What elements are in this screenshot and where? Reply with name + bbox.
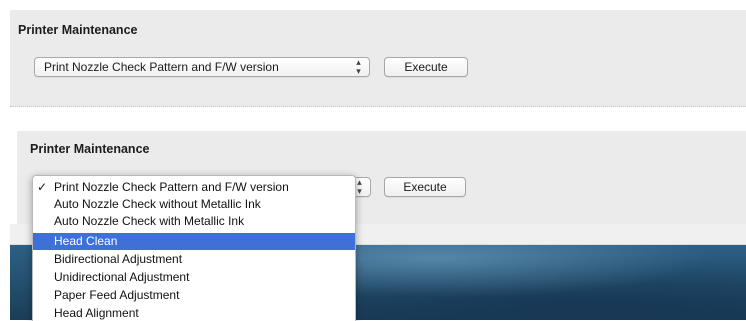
menu-item[interactable]: Paper Feed Adjustment <box>33 287 355 304</box>
menu-item[interactable]: Head Alignment <box>33 305 355 321</box>
select-value: Print Nozzle Check Pattern and F/W versi… <box>44 60 279 74</box>
maintenance-select[interactable]: Print Nozzle Check Pattern and F/W versi… <box>34 57 370 77</box>
menu-item-label: Head Clean <box>54 234 118 248</box>
menu-item-label: Auto Nozzle Check with Metallic Ink <box>54 214 245 228</box>
menu-item[interactable]: Auto Nozzle Check with Metallic Ink <box>33 213 355 230</box>
menu-item-label: Print Nozzle Check Pattern and F/W versi… <box>54 180 289 194</box>
menu-item[interactable]: Bidirectional Adjustment <box>33 251 355 268</box>
menu-item[interactable]: ✓ Print Nozzle Check Pattern and F/W ver… <box>33 179 355 196</box>
menu-item-label: Paper Feed Adjustment <box>54 288 180 302</box>
menu-item-label: Bidirectional Adjustment <box>54 252 183 266</box>
maintenance-popup-menu[interactable]: ✓ Print Nozzle Check Pattern and F/W ver… <box>32 175 356 321</box>
checkmark-icon: ✓ <box>37 180 48 194</box>
menu-item[interactable]: Unidirectional Adjustment <box>33 269 355 286</box>
menu-item-label: Unidirectional Adjustment <box>54 270 190 284</box>
updown-arrows-icon: ▴ ▾ <box>356 57 361 76</box>
printer-maintenance-panel-top: Printer Maintenance Print Nozzle Check P… <box>10 10 746 107</box>
panel-title: Printer Maintenance <box>30 142 150 156</box>
menu-item-label: Auto Nozzle Check without Metallic Ink <box>54 197 261 211</box>
execute-button[interactable]: Execute <box>384 57 468 77</box>
menu-item-highlighted[interactable]: Head Clean <box>33 233 355 250</box>
panel-title: Printer Maintenance <box>18 23 138 37</box>
menu-item-label: Head Alignment <box>54 306 139 320</box>
menu-item[interactable]: Auto Nozzle Check without Metallic Ink <box>33 196 355 213</box>
execute-button[interactable]: Execute <box>384 177 466 197</box>
